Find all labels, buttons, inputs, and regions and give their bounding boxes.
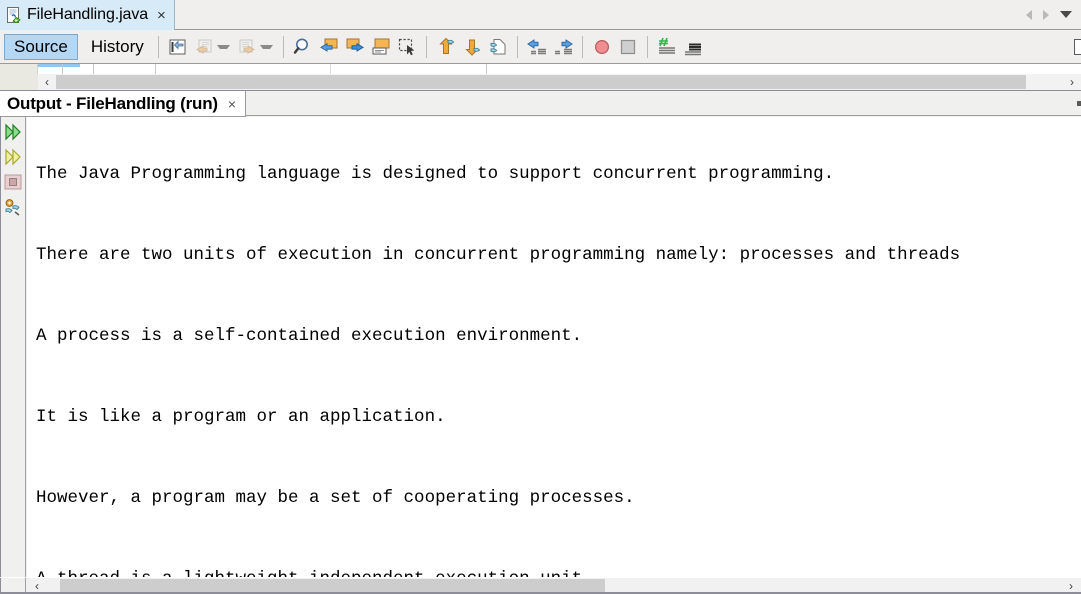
editor-scrollbar-track[interactable]: ‹ ›	[38, 74, 1081, 90]
output-side-toolbar	[0, 117, 26, 577]
toolbar-separator	[425, 35, 427, 58]
output-line: It is like a program or an application.	[36, 407, 446, 427]
next-bookmark-icon[interactable]	[236, 36, 258, 58]
toggle-rectangular-selection-icon[interactable]	[396, 36, 418, 58]
netbeans-ide-window: FileHandling.java × Source History ‹ › O…	[0, 0, 1081, 594]
editor-sliver-mark	[486, 64, 487, 74]
output-line: There are two units of execution in conc…	[36, 245, 961, 265]
editor-tab-filehandling[interactable]: FileHandling.java ×	[0, 0, 175, 30]
start-macro-recording-icon[interactable]	[591, 36, 613, 58]
scroll-tabs-right-icon[interactable]	[1043, 9, 1049, 20]
uncomment-icon[interactable]	[682, 36, 704, 58]
toolbar-overflow-edge[interactable]	[1074, 38, 1081, 55]
editor-tab-nav-controls	[1026, 0, 1077, 29]
output-line: A thread is a lightweight independent ex…	[36, 566, 960, 577]
editor-tab-bar: FileHandling.java ×	[0, 0, 1081, 30]
output-text-area[interactable]: The Java Programming language is designe…	[27, 117, 1081, 577]
output-settings-button[interactable]	[1, 194, 25, 219]
stop-macro-recording-icon[interactable]	[617, 36, 639, 58]
output-line: However, a program may be a set of coope…	[36, 488, 635, 508]
next-error-icon[interactable]	[461, 36, 483, 58]
output-lines: The Java Programming language is designe…	[36, 117, 960, 577]
tab-list-dropdown-icon[interactable]	[1060, 11, 1072, 18]
rerun-button[interactable]	[1, 119, 25, 144]
toggle-highlight-search-icon[interactable]	[370, 36, 392, 58]
previous-error-icon[interactable]	[435, 36, 457, 58]
output-tab-bar: Output - FileHandling (run) ×	[0, 91, 1081, 117]
editor-horizontal-scrollbar[interactable]: ‹ ›	[0, 74, 1081, 91]
tab-source-label: Source	[14, 36, 68, 56]
output-tab-label: Output - FileHandling (run)	[7, 93, 218, 113]
output-line: The Java Programming language is designe…	[36, 164, 835, 184]
editor-scroll-right-icon[interactable]: ›	[1063, 74, 1081, 90]
editor-scrollbar-thumb[interactable]	[56, 75, 1026, 89]
output-window-options-icon[interactable]	[1077, 101, 1081, 106]
output-tab-filehandling-run[interactable]: Output - FileHandling (run) ×	[0, 91, 247, 117]
java-file-icon	[6, 7, 22, 24]
find-previous-icon[interactable]	[318, 36, 340, 58]
toolbar-separator	[157, 35, 159, 58]
output-body: The Java Programming language is designe…	[0, 117, 1081, 594]
editor-toolbar: Source History	[0, 30, 1081, 64]
editor-sliver-mark	[93, 64, 94, 74]
next-bookmark-dropdown-icon[interactable]	[259, 44, 273, 49]
editor-tab-close-icon[interactable]: ×	[157, 8, 166, 23]
output-window: Output - FileHandling (run) × The Java P…	[0, 91, 1081, 594]
toolbar-separator	[646, 35, 648, 58]
shift-line-right-icon[interactable]	[552, 36, 574, 58]
tab-history[interactable]: History	[83, 34, 152, 60]
tab-history-label: History	[90, 36, 144, 56]
shift-line-left-icon[interactable]	[526, 36, 548, 58]
editor-scroll-left-icon[interactable]: ‹	[38, 74, 56, 90]
editor-tab-label: FileHandling.java	[27, 6, 149, 23]
previous-bookmark-icon[interactable]	[193, 36, 215, 58]
editor-content-sliver	[0, 64, 1081, 74]
toggle-annotations-icon[interactable]	[487, 36, 509, 58]
comment-icon[interactable]	[656, 36, 678, 58]
find-next-icon[interactable]	[344, 36, 366, 58]
output-line: A process is a self-contained execution …	[36, 326, 583, 346]
output-tab-close-icon[interactable]: ×	[228, 97, 236, 111]
toolbar-separator	[581, 35, 583, 58]
rerun-with-different-parameters-button[interactable]	[1, 144, 25, 169]
toolbar-separator	[516, 35, 518, 58]
stop-button[interactable]	[1, 169, 25, 194]
toggle-bookmark-icon[interactable]	[167, 36, 189, 58]
editor-gutter	[0, 64, 38, 74]
scroll-tabs-left-icon[interactable]	[1026, 9, 1032, 20]
find-selection-icon[interactable]	[292, 36, 314, 58]
editor-sliver-mark	[330, 64, 331, 74]
output-scrollbar-thumb[interactable]	[60, 579, 605, 593]
toolbar-separator	[282, 35, 284, 58]
tab-source[interactable]: Source	[4, 33, 78, 60]
editor-sliver-mark	[155, 64, 156, 74]
previous-bookmark-dropdown-icon[interactable]	[216, 44, 230, 49]
editor-sliver-mark	[62, 64, 63, 74]
